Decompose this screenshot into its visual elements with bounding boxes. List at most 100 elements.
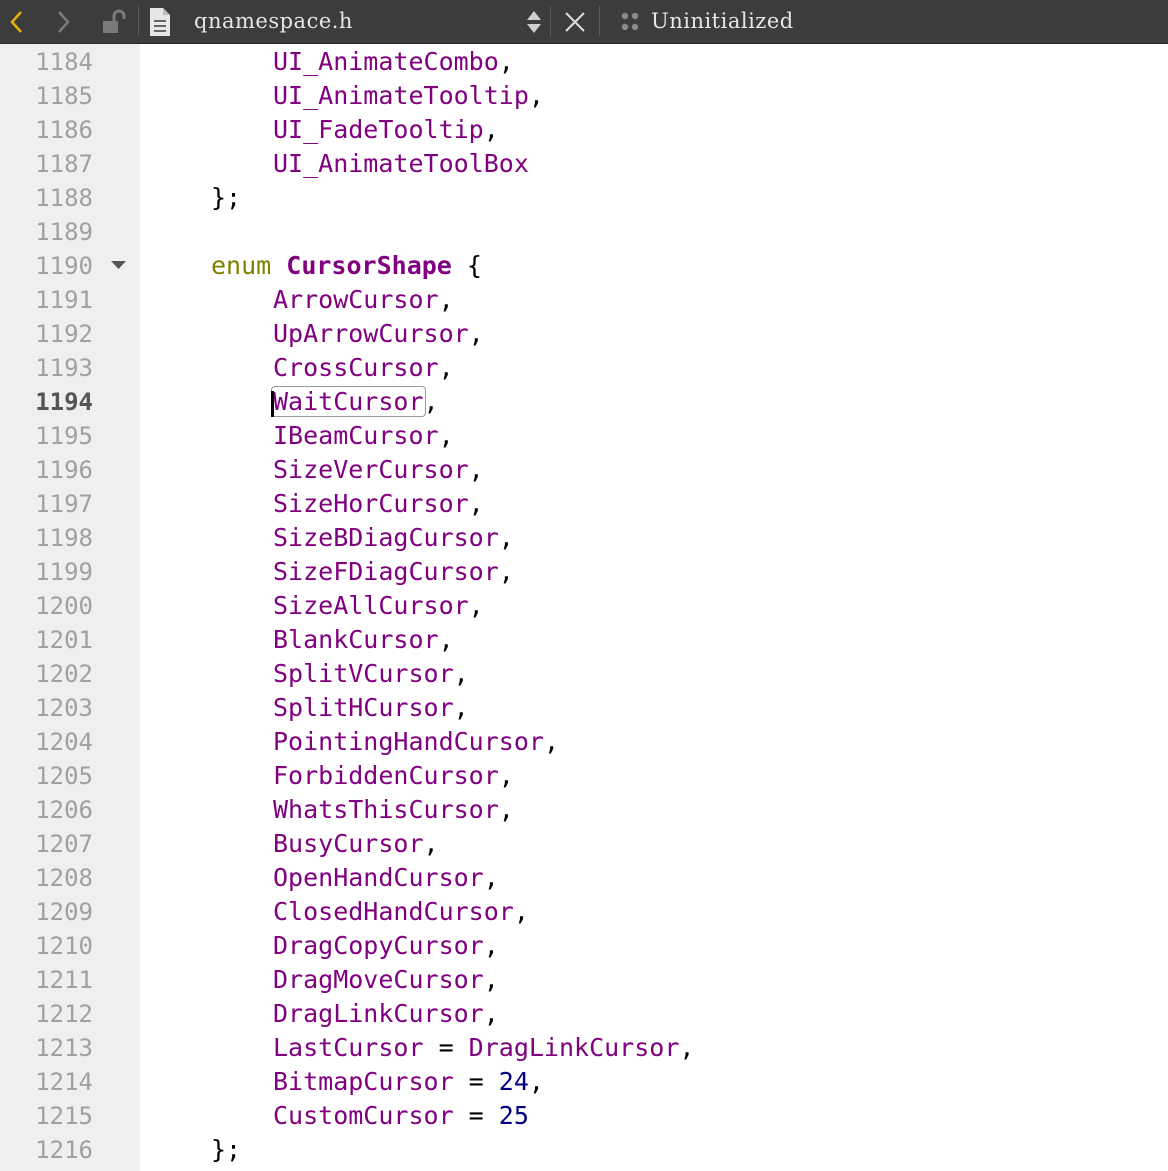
punctuation-token: , xyxy=(423,829,439,858)
line-number: 1212 xyxy=(35,1000,93,1028)
code-line[interactable]: 1215 CustomCursor = 25 xyxy=(0,1099,1168,1133)
code-text: ForbiddenCursor, xyxy=(211,759,514,793)
forward-button[interactable] xyxy=(46,0,80,43)
code-line[interactable]: 1184 UI_AnimateCombo, xyxy=(0,45,1168,79)
code-line[interactable]: 1210 DragCopyCursor, xyxy=(0,929,1168,963)
code-text: OpenHandCursor, xyxy=(211,861,499,895)
code-line[interactable]: 1189 xyxy=(0,215,1168,249)
code-text: ClosedHandCursor, xyxy=(211,895,529,929)
file-name[interactable]: qnamespace.h xyxy=(194,9,353,33)
current-symbol[interactable]: Uninitialized xyxy=(651,9,794,33)
selected-word-highlight[interactable]: WaitCursor xyxy=(271,386,426,417)
line-number: 1214 xyxy=(35,1068,93,1096)
punctuation-token: , xyxy=(498,557,514,586)
code-line[interactable]: 1213 LastCursor = DragLinkCursor, xyxy=(0,1031,1168,1065)
keyword-token: enum xyxy=(211,251,272,280)
number-literal-token: 25 xyxy=(498,1101,529,1130)
text-editor[interactable]: 1184 UI_AnimateCombo, 1185 UI_AnimateToolti… xyxy=(0,44,1168,1171)
enumerator-token: SizeAllCursor xyxy=(273,591,469,620)
enumerator-token: SizeBDiagCursor xyxy=(273,523,499,552)
enumerator-token: UpArrowCursor xyxy=(273,319,469,348)
punctuation-token: , xyxy=(453,659,469,688)
code-line[interactable]: 1191 ArrowCursor, xyxy=(0,283,1168,317)
code-text: UI_AnimateCombo, xyxy=(211,45,514,79)
line-number: 1191 xyxy=(35,286,93,314)
close-document-button[interactable] xyxy=(558,0,592,43)
line-number: 1210 xyxy=(35,932,93,960)
code-line[interactable]: 1209 ClosedHandCursor, xyxy=(0,895,1168,929)
enumerator-token: DragCopyCursor xyxy=(273,931,484,960)
line-number: 1205 xyxy=(35,762,93,790)
code-line[interactable]: 1211 DragMoveCursor, xyxy=(0,963,1168,997)
code-text: UpArrowCursor, xyxy=(211,317,484,351)
code-line[interactable]: 1207 BusyCursor, xyxy=(0,827,1168,861)
code-line[interactable]: 1214 BitmapCursor = 24, xyxy=(0,1065,1168,1099)
code-line[interactable]: 1195 IBeamCursor, xyxy=(0,419,1168,453)
operator-token: = xyxy=(423,1033,469,1062)
code-line[interactable]: 1190 enum CursorShape { xyxy=(0,249,1168,283)
punctuation-token: , xyxy=(438,625,454,654)
lock-button[interactable] xyxy=(96,0,132,43)
punctuation-token: , xyxy=(468,319,484,348)
enumerator-token: UI_AnimateTooltip xyxy=(273,81,529,110)
brace-token: { xyxy=(466,251,482,280)
fold-arrow-icon[interactable] xyxy=(110,249,128,283)
punctuation-token: }; xyxy=(211,1135,242,1164)
enumerator-token: DragLinkCursor xyxy=(273,999,484,1028)
code-text: WaitCursor, xyxy=(211,385,439,419)
code-line[interactable]: 1188}; xyxy=(0,181,1168,215)
line-number: 1194 xyxy=(35,388,93,416)
code-line[interactable]: 1202 SplitVCursor, xyxy=(0,657,1168,691)
code-text: DragCopyCursor, xyxy=(211,929,499,963)
line-number: 1216 xyxy=(35,1136,93,1164)
code-line[interactable]: 1212 DragLinkCursor, xyxy=(0,997,1168,1031)
code-text: DragMoveCursor, xyxy=(211,963,499,997)
code-line[interactable]: 1185 UI_AnimateTooltip, xyxy=(0,79,1168,113)
code-line[interactable]: 1205 ForbiddenCursor, xyxy=(0,759,1168,793)
code-line[interactable]: 1192 UpArrowCursor, xyxy=(0,317,1168,351)
enumerator-token: DragMoveCursor xyxy=(273,965,484,994)
code-text: SplitHCursor, xyxy=(211,691,469,725)
code-text: ArrowCursor, xyxy=(211,283,454,317)
enumerator-token: SplitVCursor xyxy=(273,659,454,688)
line-number: 1209 xyxy=(35,898,93,926)
code-line[interactable]: 1200 SizeAllCursor, xyxy=(0,589,1168,623)
code-line[interactable]: 1187 UI_AnimateToolBox xyxy=(0,147,1168,181)
code-text: DragLinkCursor, xyxy=(211,997,499,1031)
enumerator-token: BitmapCursor xyxy=(273,1067,454,1096)
code-line[interactable]: 1197 SizeHorCursor, xyxy=(0,487,1168,521)
line-number: 1185 xyxy=(35,82,93,110)
code-line[interactable]: 1186 UI_FadeTooltip, xyxy=(0,113,1168,147)
code-line[interactable]: 1194 WaitCursor, xyxy=(0,385,1168,419)
code-line[interactable]: 1199 SizeFDiagCursor, xyxy=(0,555,1168,589)
line-number: 1215 xyxy=(35,1102,93,1130)
enumerator-token: PointingHandCursor xyxy=(273,727,544,756)
chevron-right-icon xyxy=(58,10,70,33)
code-line[interactable]: 1204 PointingHandCursor, xyxy=(0,725,1168,759)
code-line[interactable]: 1206 WhatsThisCursor, xyxy=(0,793,1168,827)
code-text: SizeFDiagCursor, xyxy=(211,555,514,589)
code-line[interactable]: 1198 SizeBDiagCursor, xyxy=(0,521,1168,555)
code-line[interactable]: 1203 SplitHCursor, xyxy=(0,691,1168,725)
line-number: 1196 xyxy=(35,456,93,484)
code-text: BusyCursor, xyxy=(211,827,439,861)
back-button[interactable] xyxy=(0,0,34,43)
code-line[interactable]: 1216}; xyxy=(0,1133,1168,1167)
punctuation-token: , xyxy=(498,47,514,76)
code-line[interactable]: 1208 OpenHandCursor, xyxy=(0,861,1168,895)
operator-token: = xyxy=(453,1067,499,1096)
punctuation-token: , xyxy=(498,523,514,552)
punctuation-token: , xyxy=(498,795,514,824)
close-icon xyxy=(565,11,585,32)
chevron-left-icon xyxy=(10,10,22,33)
code-text: CrossCursor, xyxy=(211,351,454,385)
enumerator-token: BusyCursor xyxy=(273,829,424,858)
line-number: 1197 xyxy=(35,490,93,518)
code-line[interactable]: 1193 CrossCursor, xyxy=(0,351,1168,385)
code-text: }; xyxy=(211,1133,241,1167)
file-switcher-button[interactable] xyxy=(522,0,546,43)
code-line[interactable]: 1201 BlankCursor, xyxy=(0,623,1168,657)
punctuation-token: , xyxy=(513,897,529,926)
code-line[interactable]: 1196 SizeVerCursor, xyxy=(0,453,1168,487)
document-icon xyxy=(146,0,174,43)
